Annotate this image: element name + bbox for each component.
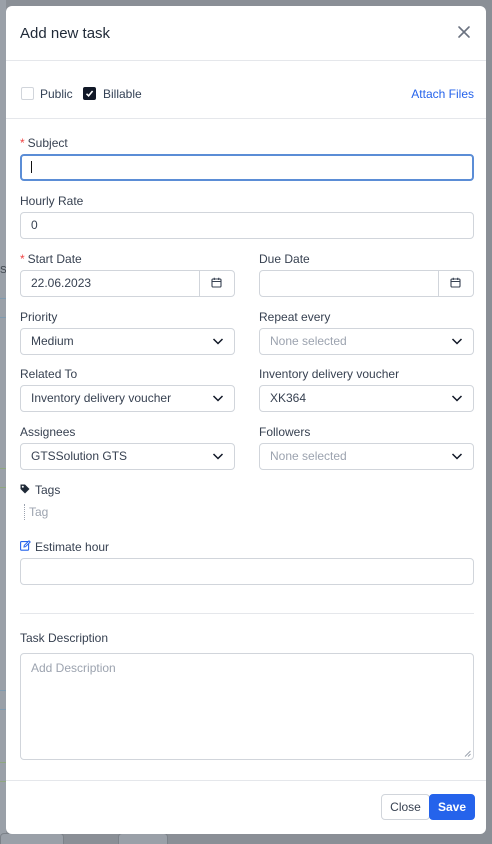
attach-files-link[interactable]: Attach Files <box>411 87 474 101</box>
subject-label: * Subject <box>20 136 68 150</box>
billable-label: Billable <box>103 87 142 101</box>
public-label: Public <box>40 87 73 101</box>
billable-checkbox[interactable] <box>83 87 96 100</box>
estimate-hour-input[interactable] <box>20 558 474 585</box>
tags-input[interactable]: Tag <box>24 504 48 520</box>
priority-value: Medium <box>31 334 74 348</box>
required-marker: * <box>20 136 25 150</box>
task-description-placeholder: Add Description <box>31 661 116 675</box>
tag-icon <box>20 484 30 494</box>
chevron-down-icon <box>451 395 463 402</box>
chevron-down-icon <box>212 453 224 460</box>
chevron-down-icon <box>451 338 463 345</box>
close-button[interactable]: Close <box>381 794 430 820</box>
assignees-value: GTSSolution GTS <box>31 449 128 463</box>
followers-label: Followers <box>259 425 311 439</box>
required-marker: * <box>20 252 25 266</box>
modal-footer: Close Save <box>6 780 486 834</box>
due-date-input[interactable] <box>259 270 474 297</box>
inventory-voucher-select[interactable]: XK364 <box>259 385 474 412</box>
hourly-rate-input[interactable]: 0 <box>20 212 474 239</box>
repeat-every-label: Repeat every <box>259 310 331 324</box>
resize-handle-icon[interactable] <box>464 750 471 757</box>
task-options-row: Public Billable Attach Files <box>6 61 486 119</box>
tags-label: Tags <box>35 483 61 497</box>
inventory-voucher-value: XK364 <box>270 391 307 405</box>
estimate-hour-label: Estimate hour <box>35 540 110 554</box>
related-to-value: Inventory delivery voucher <box>31 391 172 405</box>
task-description-label: Task Description <box>20 631 109 645</box>
chevron-down-icon <box>212 338 224 345</box>
chevron-down-icon <box>451 453 463 460</box>
priority-select[interactable]: Medium <box>20 328 235 355</box>
start-date-picker-button[interactable] <box>199 271 234 296</box>
due-date-picker-button[interactable] <box>438 271 473 296</box>
start-date-label-text: Start Date <box>27 252 82 266</box>
task-description-textarea[interactable]: Add Description <box>20 653 474 760</box>
add-task-modal: Add new task Public Billable Attach File… <box>6 6 486 834</box>
start-date-input[interactable]: 22.06.2023 <box>20 270 235 297</box>
modal-header: Add new task <box>6 6 486 61</box>
related-to-select[interactable]: Inventory delivery voucher <box>20 385 235 412</box>
public-checkbox[interactable] <box>21 87 34 100</box>
followers-placeholder: None selected <box>270 449 347 463</box>
subject-input[interactable] <box>20 154 474 181</box>
edit-icon <box>20 540 31 551</box>
priority-label: Priority <box>20 310 58 324</box>
tags-placeholder: Tag <box>29 505 49 519</box>
assignees-select[interactable]: GTSSolution GTS <box>20 443 235 470</box>
repeat-every-placeholder: None selected <box>270 334 347 348</box>
followers-select[interactable]: None selected <box>259 443 474 470</box>
start-date-label: * Start Date <box>20 252 82 266</box>
repeat-every-select[interactable]: None selected <box>259 328 474 355</box>
assignees-label: Assignees <box>20 425 76 439</box>
related-to-label: Related To <box>20 367 78 381</box>
subject-label-text: Subject <box>27 136 68 150</box>
section-divider <box>20 613 474 614</box>
due-date-label: Due Date <box>259 252 310 266</box>
calendar-icon <box>211 277 222 288</box>
text-cursor <box>31 160 32 173</box>
close-icon[interactable] <box>456 24 472 40</box>
save-button[interactable]: Save <box>429 794 475 820</box>
calendar-icon <box>450 277 461 288</box>
chevron-down-icon <box>212 395 224 402</box>
inventory-voucher-label: Inventory delivery voucher <box>259 367 400 381</box>
hourly-rate-label: Hourly Rate <box>20 194 84 208</box>
start-date-value: 22.06.2023 <box>31 276 92 290</box>
modal-title: Add new task <box>20 25 111 42</box>
